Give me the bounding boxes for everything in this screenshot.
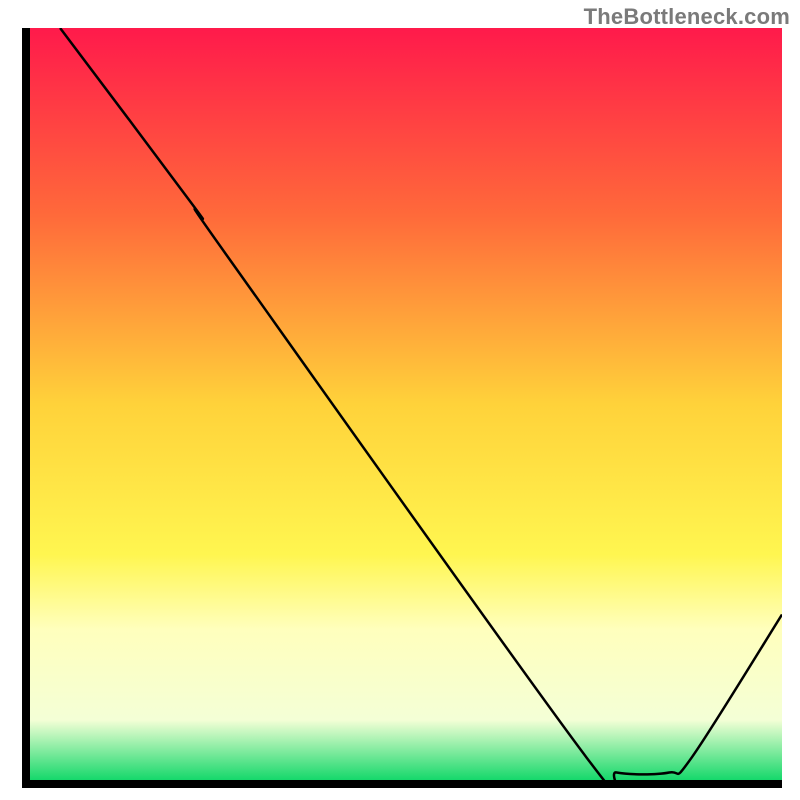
bottleneck-curve <box>60 28 782 780</box>
optimal-range-marker <box>594 763 677 779</box>
axes <box>22 28 782 788</box>
attribution-label: TheBottleneck.com <box>584 4 790 30</box>
bottleneck-chart: TheBottleneck.com <box>0 0 800 800</box>
curve-layer <box>30 28 782 780</box>
heat-gradient <box>30 28 782 780</box>
plot-area <box>30 28 782 780</box>
